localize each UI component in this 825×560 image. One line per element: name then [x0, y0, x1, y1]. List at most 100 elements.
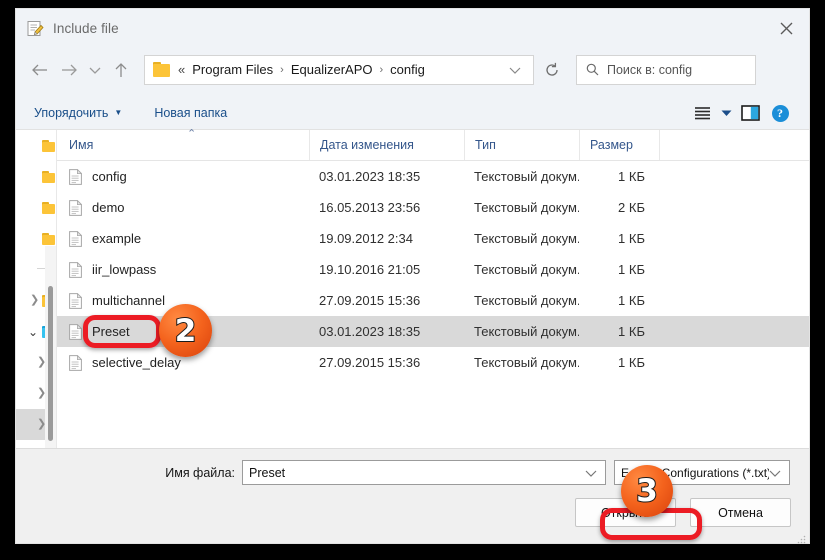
- address-dropdown-icon[interactable]: [509, 61, 521, 79]
- file-list[interactable]: config 03.01.2023 18:35 Текстовый докум...…: [57, 161, 809, 448]
- file-name-dropdown-icon[interactable]: [585, 469, 605, 477]
- chevron-down-icon: ⌄: [28, 324, 39, 339]
- column-header-name[interactable]: Имя ⌃: [57, 129, 309, 160]
- search-input[interactable]: Поиск в: config: [576, 54, 756, 85]
- folder-icon: [153, 62, 171, 77]
- nav-pane-scroll-thumb[interactable]: [48, 286, 53, 441]
- navigation-buttons: [24, 55, 136, 85]
- nav-tree-item[interactable]: [16, 192, 56, 223]
- file-name-row: Имя файла: Preset E-APO Configurations (…: [16, 460, 809, 485]
- file-type-dropdown-icon[interactable]: [769, 469, 789, 477]
- breadcrumb-item-2[interactable]: config: [389, 62, 426, 77]
- breadcrumb-separator-1[interactable]: ›: [379, 64, 383, 76]
- file-date-cell: 19.09.2012 2:34: [319, 231, 413, 246]
- column-header-size-label: Размер: [590, 138, 633, 152]
- file-name-cell[interactable]: multichannel: [57, 285, 309, 316]
- dialog-body: ❯ ⌄ ❯ ❯ ❯ ❯: [16, 129, 809, 448]
- file-size-cell: 1 КБ: [618, 169, 645, 184]
- file-name-cell[interactable]: selective_delay: [57, 347, 309, 378]
- back-button[interactable]: [24, 55, 54, 85]
- column-header-type-label: Тип: [475, 138, 496, 152]
- breadcrumb-item-0[interactable]: Program Files: [191, 62, 274, 77]
- folder-icon: [42, 201, 56, 214]
- screenshot-root: Include file « Program Files › Equalizer…: [0, 0, 825, 560]
- window-title: Include file: [53, 20, 119, 36]
- file-name-text: iir_lowpass: [92, 262, 157, 277]
- cancel-button[interactable]: Отмена: [690, 498, 791, 527]
- close-button[interactable]: [764, 9, 809, 47]
- dialog-buttons: Открыть Отмена: [575, 498, 791, 527]
- breadcrumb-overflow[interactable]: «: [178, 62, 185, 77]
- file-size-cell: 1 КБ: [618, 324, 645, 339]
- table-row[interactable]: selective_delay 27.09.2015 15:36 Текстовый…: [57, 347, 809, 378]
- folder-icon: [42, 139, 56, 152]
- command-toolbar: Упорядочить ▼ Новая папка ?: [16, 97, 809, 130]
- file-size-cell: 1 КБ: [618, 355, 645, 370]
- text-document-icon: [69, 230, 83, 247]
- folder-icon: [42, 232, 56, 245]
- recent-locations-button[interactable]: [84, 55, 106, 85]
- column-header-size[interactable]: Размер: [579, 130, 659, 160]
- text-document-icon: [69, 292, 83, 309]
- nav-pane-scrollbar[interactable]: [45, 246, 56, 448]
- table-row[interactable]: Preset 03.01.2023 18:35 Текстовый докум...…: [57, 316, 809, 347]
- file-name-text: multichannel: [92, 293, 165, 308]
- table-row[interactable]: multichannel 27.09.2015 15:36 Текстовый до…: [57, 285, 809, 316]
- view-options-chevron-down-icon[interactable]: [717, 100, 735, 126]
- file-type-select[interactable]: E-APO Configurations (*.txt): [614, 460, 790, 485]
- file-name-cell[interactable]: config: [57, 161, 309, 192]
- file-name-input[interactable]: Preset: [242, 460, 606, 485]
- file-name-cell[interactable]: example: [57, 223, 309, 254]
- open-button[interactable]: Открыть: [575, 498, 676, 527]
- file-name-cell[interactable]: iir_lowpass: [57, 254, 309, 285]
- file-name-text: config: [92, 169, 127, 184]
- file-type-cell: Текстовый докум...: [474, 200, 579, 215]
- chevron-down-icon: ▼: [114, 108, 123, 117]
- file-type-cell: Текстовый докум...: [474, 262, 579, 277]
- breadcrumb-separator-0[interactable]: ›: [280, 64, 284, 76]
- notepad-pencil-icon: [27, 20, 44, 37]
- help-icon[interactable]: ?: [765, 100, 795, 126]
- text-document-icon: [69, 199, 83, 216]
- file-date-cell: 27.09.2015 15:36: [319, 293, 421, 308]
- file-date-cell: 27.09.2015 15:36: [319, 355, 421, 370]
- table-row[interactable]: example 19.09.2012 2:34 Текстовый докум...…: [57, 223, 809, 254]
- organize-button[interactable]: Упорядочить ▼: [30, 97, 126, 129]
- forward-button[interactable]: [54, 55, 84, 85]
- file-name-label: Имя файла:: [165, 465, 235, 480]
- list-view-icon[interactable]: [687, 100, 717, 126]
- file-name-cell[interactable]: demo: [57, 192, 309, 223]
- text-document-icon: [69, 261, 83, 278]
- include-file-dialog: Include file « Program Files › Equalizer…: [16, 9, 809, 544]
- column-header-name-label: Имя: [69, 138, 94, 152]
- preview-pane-icon[interactable]: [735, 100, 765, 126]
- new-folder-button[interactable]: Новая папка: [150, 97, 231, 129]
- text-document-icon: [69, 354, 83, 371]
- nav-tree-item[interactable]: [16, 130, 56, 161]
- folder-icon: [42, 170, 56, 183]
- navigation-pane[interactable]: ❯ ⌄ ❯ ❯ ❯ ❯: [16, 130, 57, 448]
- text-document-icon: [69, 323, 83, 340]
- file-type-cell: Текстовый докум...: [474, 355, 579, 370]
- file-name-value: Preset: [249, 465, 286, 480]
- search-placeholder: Поиск в: config: [607, 62, 693, 77]
- column-headers: Имя ⌃ Дата изменения Тип Размер: [57, 129, 809, 161]
- resize-grip[interactable]: [796, 531, 806, 544]
- column-header-date[interactable]: Дата изменения: [309, 130, 464, 160]
- refresh-button[interactable]: [538, 55, 566, 85]
- table-row[interactable]: iir_lowpass 19.10.2016 21:05 Текстовый док…: [57, 254, 809, 285]
- column-header-date-label: Дата изменения: [320, 138, 414, 152]
- breadcrumb-item-1[interactable]: EqualizerAPO: [290, 62, 374, 77]
- column-header-type[interactable]: Тип: [464, 130, 579, 160]
- file-name-text: example: [92, 231, 142, 246]
- file-size-cell: 1 КБ: [618, 231, 645, 246]
- nav-tree-item[interactable]: [16, 161, 56, 192]
- file-name-cell[interactable]: Preset: [57, 316, 309, 347]
- table-row[interactable]: config 03.01.2023 18:35 Текстовый докум...…: [57, 161, 809, 192]
- table-row[interactable]: demo 16.05.2013 23:56 Текстовый докум... 2 …: [57, 192, 809, 223]
- chevron-right-icon: ❯: [30, 294, 40, 306]
- address-bar[interactable]: « Program Files › EqualizerAPO › config: [144, 54, 534, 85]
- file-date-cell: 19.10.2016 21:05: [319, 262, 421, 277]
- up-button[interactable]: [106, 55, 136, 85]
- file-name-text: Preset: [92, 324, 130, 339]
